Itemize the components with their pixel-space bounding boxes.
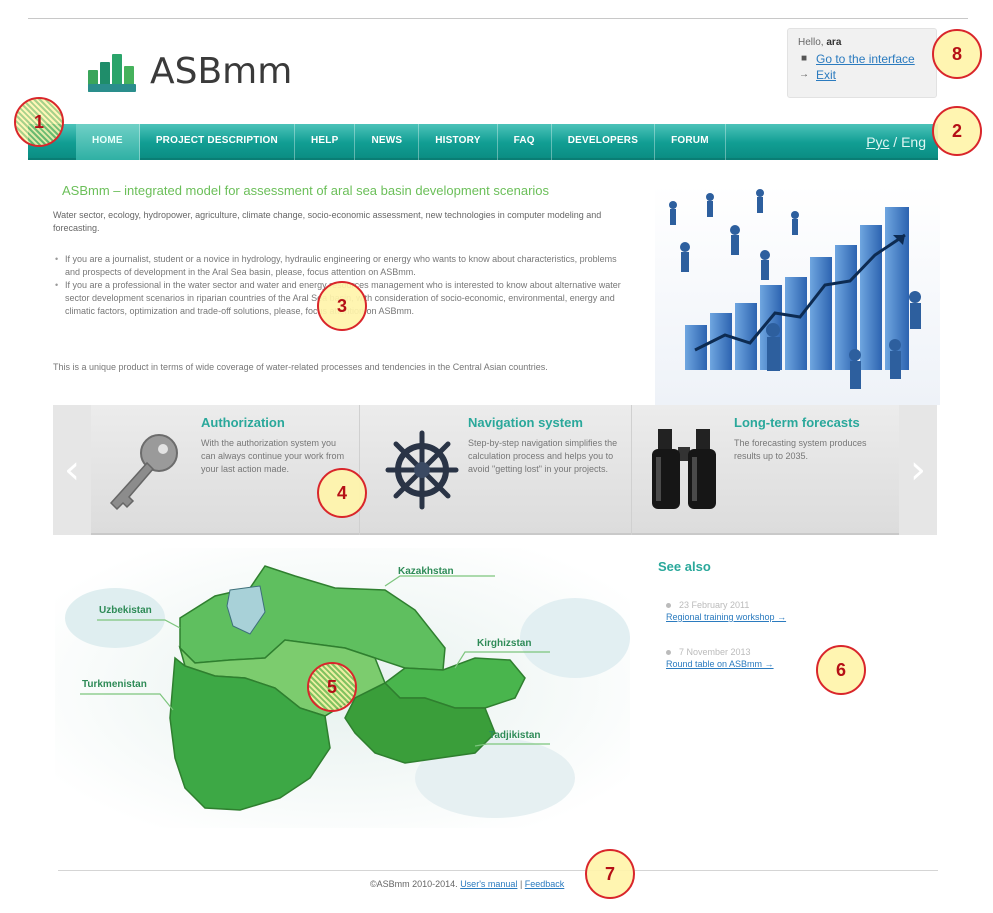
footer: ©ASBmm 2010-2014. User's manual | Feedba…: [370, 879, 564, 889]
see-also-link-training-workshop[interactable]: Regional training workshop →: [666, 612, 786, 622]
footer-divider: [58, 870, 938, 871]
callout-marker-8: 8: [932, 29, 982, 79]
callout-marker-1: 1: [14, 97, 64, 147]
exit-icon: →: [799, 69, 809, 80]
feature-title: Long-term forecasts: [734, 415, 860, 430]
go-to-interface-link[interactable]: Go to the interface: [816, 52, 915, 66]
see-also-title: See also: [658, 559, 711, 574]
nav-news[interactable]: NEWS: [355, 124, 420, 160]
nav-faq[interactable]: FAQ: [498, 124, 552, 160]
top-divider: [28, 18, 968, 19]
feature-text: With the authorization system you can al…: [201, 438, 345, 474]
see-also-link-round-table[interactable]: Round table on ASBmm →: [666, 659, 774, 669]
binoculars-icon: [652, 429, 716, 509]
callout-marker-5: 5: [307, 662, 357, 712]
main-nav: HOME PROJECT DESCRIPTION HELP NEWS HISTO…: [28, 124, 938, 160]
carousel-next-arrow[interactable]: ›: [899, 405, 937, 535]
nav-developers[interactable]: DEVELOPERS: [552, 124, 656, 160]
nav-project-description[interactable]: PROJECT DESCRIPTION: [140, 124, 295, 160]
footer-separator: |: [517, 879, 525, 889]
user-panel: Hello, ara ■ Go to the interface → Exit: [787, 28, 937, 98]
key-icon: [109, 434, 178, 511]
intro-title: ASBmm – integrated model for assessment …: [62, 183, 550, 198]
user-greeting: Hello, ara: [798, 37, 842, 48]
see-also-item: 23 February 2011 Regional training works…: [666, 600, 786, 622]
exit-link[interactable]: Exit: [816, 68, 836, 82]
lang-english[interactable]: Eng: [901, 134, 926, 150]
feature-text: The forecasting system produces results …: [734, 438, 867, 461]
intro-lead: Water sector, ecology, hydropower, agric…: [53, 210, 602, 233]
nav-history[interactable]: HISTORY: [419, 124, 498, 160]
feature-forecasts: Long-term forecasts The forecasting syst…: [631, 405, 899, 535]
feedback-link[interactable]: Feedback: [525, 879, 565, 889]
logo-bars-icon: [88, 52, 142, 92]
feature-text: Step-by-step navigation simplifies the c…: [468, 438, 618, 474]
map-label-kazakhstan[interactable]: Kazakhstan: [398, 566, 454, 577]
footer-copyright: ©ASBmm 2010-2014.: [370, 879, 461, 889]
callout-marker-3: 3: [317, 281, 367, 331]
bullet-dot-icon: [666, 649, 671, 655]
username: ara: [826, 37, 842, 48]
nav-help[interactable]: HELP: [295, 124, 356, 160]
map-label-tadjikistan[interactable]: Tadjikistan: [489, 730, 541, 741]
interface-row: ■ Go to the interface: [798, 52, 926, 66]
feature-title: Navigation system: [468, 415, 583, 430]
callout-marker-2: 2: [932, 106, 982, 156]
user-icon: ■: [800, 53, 808, 64]
users-manual-link[interactable]: User's manual: [460, 879, 517, 889]
callout-marker-7: 7: [585, 849, 635, 899]
map-label-kirghizstan[interactable]: Kirghizstan: [477, 638, 531, 649]
lang-separator: /: [889, 134, 902, 150]
bullet-dot-icon: [666, 602, 671, 608]
intro-bullet: If you are a journalist, student or a no…: [53, 253, 628, 279]
feature-title: Authorization: [201, 415, 285, 430]
exit-row: → Exit: [798, 68, 926, 82]
hero-illustration: [655, 185, 940, 405]
nav-forum[interactable]: FORUM: [655, 124, 726, 160]
see-also-item: 7 November 2013 Round table on ASBmm →: [666, 647, 774, 669]
feature-authorization: Authorization With the authorization sys…: [91, 405, 359, 535]
map-label-uzbekistan[interactable]: Uzbekistan: [99, 605, 152, 616]
nav-home[interactable]: HOME: [76, 124, 140, 160]
lang-russian[interactable]: Рус: [866, 134, 889, 150]
site-logo[interactable]: ASBmm: [88, 52, 292, 92]
map-label-turkmenistan[interactable]: Turkmenistan: [82, 679, 147, 690]
carousel-prev-arrow[interactable]: ‹: [53, 405, 91, 535]
language-switch: Рус / Eng: [866, 124, 926, 160]
callout-marker-4: 4: [317, 468, 367, 518]
feature-carousel: ‹ Authorization With the authorization s…: [53, 405, 937, 535]
callout-marker-6: 6: [816, 645, 866, 695]
see-also-date: 23 February 2011: [666, 600, 786, 610]
nav-items: HOME PROJECT DESCRIPTION HELP NEWS HISTO…: [76, 124, 726, 160]
feature-navigation: Navigation system Step-by-step navigatio…: [359, 405, 631, 535]
ship-wheel-icon: [385, 430, 459, 510]
see-also-date: 7 November 2013: [666, 647, 774, 657]
intro-tail: This is a unique product in terms of wid…: [53, 362, 548, 372]
logo-text: ASBmm: [150, 51, 293, 92]
